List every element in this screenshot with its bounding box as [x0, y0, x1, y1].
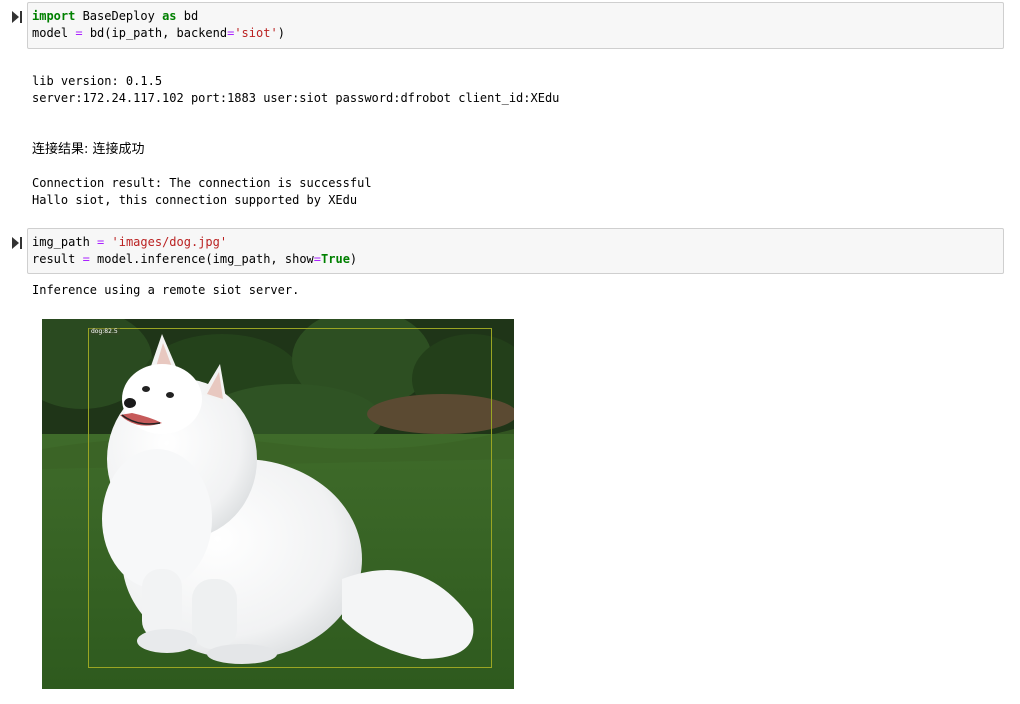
code-token: import: [32, 9, 76, 23]
code-token: BaseDeploy: [75, 9, 163, 23]
code-token: result: [32, 252, 83, 266]
code-token: 'siot': [234, 26, 278, 40]
output-text: Connection result: The connection is suc…: [32, 176, 372, 190]
output-text: server:172.24.117.102 port:1883 user:sio…: [32, 91, 560, 105]
code-line[interactable]: import BaseDeploy as bd: [32, 8, 999, 25]
code-token: img_path: [32, 235, 98, 249]
code-cell[interactable]: img_path = 'images/dog.jpg' result = mod…: [27, 228, 1004, 274]
run-cell-icon[interactable]: [11, 236, 23, 250]
code-token: 'images/dog.jpg': [111, 235, 228, 249]
code-token: ): [349, 252, 358, 266]
code-line[interactable]: img_path = 'images/dog.jpg': [32, 234, 999, 251]
output-image: dog:82.5: [42, 319, 514, 689]
bbox-label: dog:82.5: [89, 328, 120, 335]
code-token: ): [277, 26, 285, 40]
code-token: model.inference(img_path, show: [89, 252, 314, 266]
run-cell-icon[interactable]: [11, 10, 23, 24]
code-token: True: [321, 252, 350, 266]
notebook: import BaseDeploy as bd model = bd(ip_pa…: [0, 0, 1020, 704]
code-line[interactable]: result = model.inference(img_path, show=…: [32, 251, 999, 268]
output-text: 连接结果: 连接成功: [32, 142, 145, 157]
output-text: Hallo siot, this connection supported by…: [32, 193, 358, 207]
code-line[interactable]: model = bd(ip_path, backend='siot'): [32, 25, 999, 42]
code-token: as: [162, 9, 177, 23]
code-cell[interactable]: import BaseDeploy as bd model = bd(ip_pa…: [27, 2, 1004, 49]
code-token: =: [313, 252, 322, 266]
code-token: bd: [176, 9, 199, 23]
code-token: bd(ip_path, backend: [82, 26, 228, 40]
bounding-box: [88, 328, 492, 668]
code-token: model: [32, 26, 76, 40]
output-text: Inference using a remote siot server.: [32, 283, 300, 297]
code-token: =: [82, 252, 90, 266]
code-token: =: [75, 26, 83, 40]
output-text: lib version: 0.1.5: [32, 74, 163, 88]
